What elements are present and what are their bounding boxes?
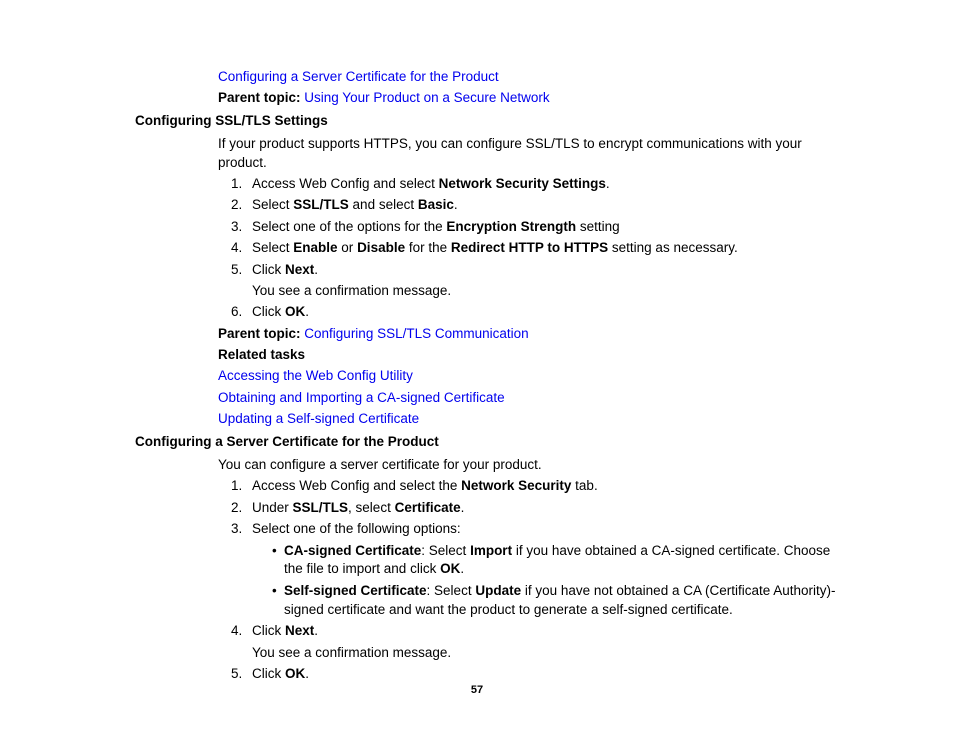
cert-step-5: Click OK. [246,665,839,684]
parent-topic-line-2: Parent topic: Configuring SSL/TLS Commun… [218,325,839,344]
cert-step-1: Access Web Config and select the Network… [246,477,839,496]
cert-step-2: Under SSL/TLS, select Certificate. [246,499,839,518]
steps-server-cert: Access Web Config and select the Network… [218,477,839,683]
step-6: Click OK. [246,303,839,322]
link-parent-secure-network[interactable]: Using Your Product on a Secure Network [304,90,549,105]
intro-ssl-tls: If your product supports HTTPS, you can … [218,135,839,173]
link-configure-server-cert[interactable]: Configuring a Server Certificate for the… [218,69,499,84]
step-3: Select one of the options for the Encryp… [246,218,839,237]
parent-topic-line: Parent topic: Using Your Product on a Se… [218,89,839,108]
step-2: Select SSL/TLS and select Basic. [246,196,839,215]
cert-step-3: Select one of the following options: CA-… [246,520,839,619]
link-parent-ssl-comm[interactable]: Configuring SSL/TLS Communication [304,326,528,341]
parent-topic-label: Parent topic: [218,90,301,105]
step-4: Select Enable or Disable for the Redirec… [246,239,839,258]
step-1: Access Web Config and select Network Sec… [246,175,839,194]
steps-ssl-tls: Access Web Config and select Network Sec… [218,175,839,322]
cert-option-ca: CA-signed Certificate: Select Import if … [272,542,839,580]
cert-step-4-note: You see a confirmation message. [252,644,839,663]
parent-topic-label-2: Parent topic: [218,326,301,341]
related-task-2: Obtaining and Importing a CA-signed Cert… [218,389,839,408]
intro-server-cert: You can configure a server certificate f… [218,456,839,475]
related-task-3: Updating a Self-signed Certificate [218,410,839,429]
step-5-note: You see a confirmation message. [252,282,839,301]
document-page: Configuring a Server Certificate for the… [0,0,954,738]
heading-ssl-tls-settings: Configuring SSL/TLS Settings [135,112,839,131]
cert-options-list: CA-signed Certificate: Select Import if … [252,542,839,620]
related-tasks-heading: Related tasks [218,346,839,365]
link-obtaining-ca-cert[interactable]: Obtaining and Importing a CA-signed Cert… [218,390,505,405]
top-link-paragraph: Configuring a Server Certificate for the… [218,68,839,87]
cert-step-4: Click Next. You see a confirmation messa… [246,622,839,662]
link-accessing-web-config[interactable]: Accessing the Web Config Utility [218,368,413,383]
step-5: Click Next. You see a confirmation messa… [246,261,839,301]
related-task-1: Accessing the Web Config Utility [218,367,839,386]
cert-option-self: Self-signed Certificate: Select Update i… [272,582,839,620]
link-updating-self-signed[interactable]: Updating a Self-signed Certificate [218,411,419,426]
heading-server-cert: Configuring a Server Certificate for the… [135,433,839,452]
page-number: 57 [0,683,954,698]
